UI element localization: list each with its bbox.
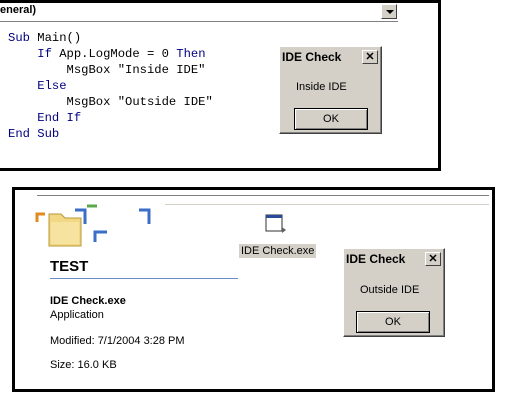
code-text: App.LogMode = 0 bbox=[59, 47, 177, 61]
code-line: MsgBox "Inside IDE" bbox=[8, 62, 213, 78]
dialog-message: Inside IDE bbox=[296, 81, 347, 93]
dialog-title: IDE Check bbox=[346, 252, 406, 266]
close-icon[interactable]: ✕ bbox=[362, 50, 378, 64]
folder-icon bbox=[35, 202, 165, 252]
code-keyword: End Sub bbox=[8, 127, 60, 141]
selected-file-name: IDE Check.exe bbox=[50, 295, 126, 307]
ok-button[interactable]: OK bbox=[294, 108, 368, 130]
code-window: eneral) Sub Main() If App.LogMode = 0 Th… bbox=[0, 0, 441, 171]
code-line: If App.LogMode = 0 Then bbox=[8, 46, 213, 62]
code-keyword: End If bbox=[37, 111, 82, 125]
code-line: Else bbox=[8, 78, 213, 94]
code-text: MsgBox "Inside IDE" bbox=[66, 63, 206, 77]
code-text: MsgBox "Outside IDE" bbox=[66, 95, 213, 109]
file-item-label[interactable]: IDE Check.exe bbox=[239, 244, 317, 258]
code-keyword: Sub bbox=[8, 31, 38, 45]
object-combo-value: eneral) bbox=[0, 4, 37, 16]
code-line: Sub Main() bbox=[8, 30, 213, 46]
inside-ide-dialog: IDE Check ✕ Inside IDE OK bbox=[279, 46, 382, 134]
application-icon[interactable] bbox=[264, 213, 288, 235]
explorer-window: TEST IDE Check.exe Application Modified:… bbox=[12, 187, 495, 392]
file-type: Application bbox=[50, 309, 104, 321]
code-keyword: Then bbox=[176, 47, 206, 61]
code-keyword: If bbox=[37, 47, 60, 61]
file-modified: Modified: 7/1/2004 3:28 PM bbox=[50, 335, 185, 347]
chevron-down-icon bbox=[386, 10, 394, 14]
file-size: Size: 16.0 KB bbox=[50, 359, 117, 368]
code-editor[interactable]: Sub Main() If App.LogMode = 0 Then MsgBo… bbox=[8, 30, 213, 142]
outside-ide-dialog: IDE Check ✕ Outside IDE OK bbox=[343, 248, 445, 337]
ok-button[interactable]: OK bbox=[356, 311, 430, 333]
code-keyword: Else bbox=[37, 79, 67, 93]
code-line: End If bbox=[8, 110, 213, 126]
title-underline bbox=[50, 278, 238, 279]
object-combo[interactable]: eneral) bbox=[0, 3, 398, 22]
close-icon[interactable]: ✕ bbox=[425, 252, 441, 266]
combo-dropdown-button[interactable] bbox=[381, 4, 397, 19]
code-line: End Sub bbox=[8, 126, 213, 142]
code-line: MsgBox "Outside IDE" bbox=[8, 94, 213, 110]
dialog-title: IDE Check bbox=[282, 50, 342, 64]
dialog-message: Outside IDE bbox=[360, 284, 420, 296]
code-text: Main() bbox=[37, 31, 82, 45]
folder-title: TEST bbox=[50, 258, 89, 275]
